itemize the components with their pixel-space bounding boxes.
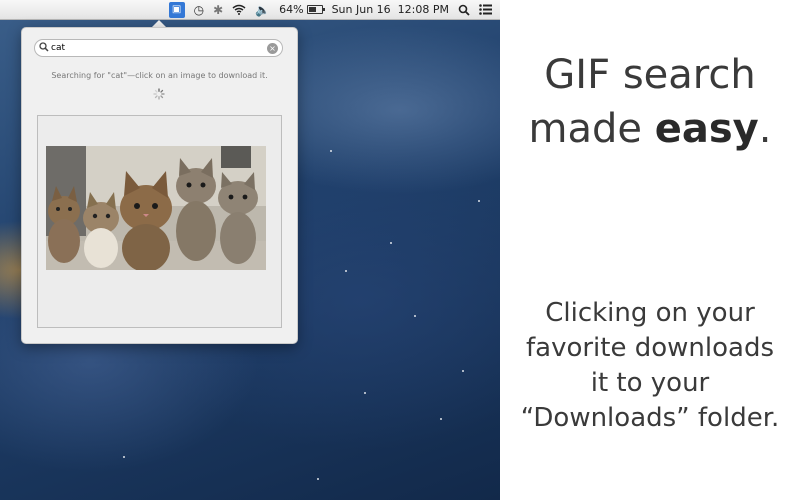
tv-icon[interactable]: ▣ (168, 1, 185, 18)
star (414, 315, 416, 317)
volume-icon[interactable]: 🔈 (255, 4, 270, 16)
notification-center-icon[interactable] (479, 4, 492, 15)
star (317, 478, 319, 480)
subtext: Clicking on your favorite downloads it t… (500, 296, 800, 436)
headline: GIF search made easy. (500, 48, 800, 156)
search-input[interactable] (51, 43, 267, 53)
battery-icon (306, 5, 325, 14)
star (123, 456, 125, 458)
headline-line2-post: . (758, 106, 772, 152)
battery-fill (308, 7, 317, 12)
star (440, 418, 442, 420)
loading-spinner-icon (153, 88, 165, 100)
headline-line2: made easy. (500, 102, 800, 156)
battery-status[interactable]: 64% (279, 3, 325, 16)
headline-line1: GIF search (544, 52, 756, 98)
time-machine-icon[interactable]: ◷ (194, 4, 204, 16)
subtext-line3: it to your (590, 368, 710, 398)
star (364, 392, 366, 394)
headline-emphasis: easy (654, 106, 759, 152)
kittens-image (46, 146, 266, 270)
menu-clock[interactable]: Sun Jun 16 12:08 PM (332, 3, 449, 16)
star (345, 270, 347, 272)
gif-result-kittens[interactable] (46, 146, 266, 270)
gif-search-popover: × Searching for "cat"—click on an image … (21, 27, 298, 344)
desktop-background: ▣ ◷ ✱ 🔈 64% Sun Jun 16 12:08 PM cat × Se… (0, 0, 500, 500)
clear-search-icon[interactable]: × (267, 42, 278, 54)
search-icon (39, 41, 49, 55)
battery-percent: 64% (279, 3, 304, 16)
wifi-icon[interactable] (232, 4, 246, 15)
kitten (120, 171, 172, 270)
results-panel (37, 115, 282, 328)
spotlight-icon[interactable] (458, 4, 470, 16)
star (478, 200, 480, 202)
headline-line2-pre: made (528, 106, 655, 152)
star (462, 370, 464, 372)
search-status-text: Searching for "cat"—click on an image to… (51, 71, 268, 80)
subtext-line4: “Downloads” folder. (520, 403, 780, 433)
subtext-line1: Clicking on your (545, 298, 755, 328)
subtext-line2: favorite downloads (525, 333, 774, 363)
bluetooth-icon[interactable]: ✱ (213, 4, 223, 16)
star (330, 150, 332, 152)
search-field[interactable]: × (34, 39, 283, 57)
star (390, 242, 392, 244)
menu-bar: ▣ ◷ ✱ 🔈 64% Sun Jun 16 12:08 PM (0, 0, 500, 20)
